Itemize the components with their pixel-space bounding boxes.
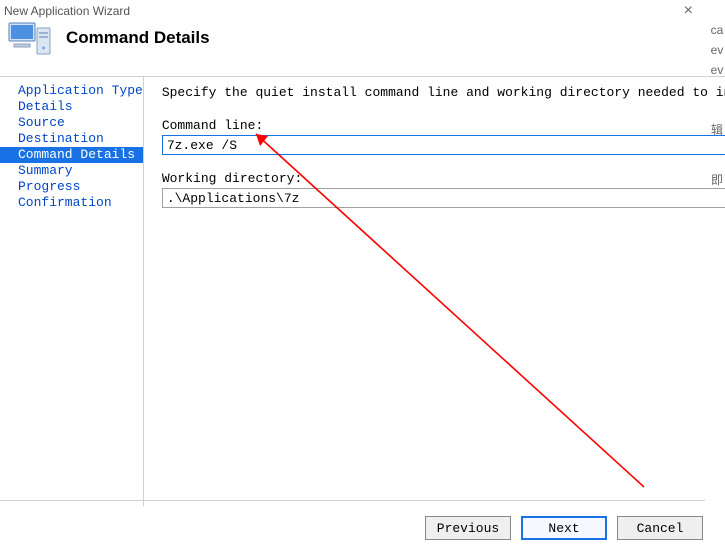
close-icon[interactable]: × xyxy=(676,0,701,22)
cancel-button[interactable]: Cancel xyxy=(617,516,703,540)
page-title: Command Details xyxy=(66,28,210,48)
sidebar: Application Type Details Source Destinat… xyxy=(0,76,143,506)
command-line-label: Command line: xyxy=(162,118,725,133)
sidebar-item-confirmation[interactable]: Confirmation xyxy=(0,195,143,211)
instruction-text: Specify the quiet install command line a… xyxy=(162,85,725,100)
sidebar-item-summary[interactable]: Summary xyxy=(0,163,143,179)
command-line-group: Command line: xyxy=(162,118,725,155)
body: Application Type Details Source Destinat… xyxy=(0,76,705,506)
sidebar-item-details[interactable]: Details xyxy=(0,99,143,115)
divider xyxy=(0,500,705,501)
main-panel: Specify the quiet install command line a… xyxy=(143,76,725,506)
working-dir-group: Working directory: xyxy=(162,171,725,208)
computer-icon xyxy=(8,18,52,58)
wizard-window: New Application Wizard × Command Details… xyxy=(0,0,725,550)
sidebar-item-command-details[interactable]: Command Details xyxy=(0,147,143,163)
header: Command Details xyxy=(8,10,210,66)
sidebar-item-progress[interactable]: Progress xyxy=(0,179,143,195)
sidebar-item-destination[interactable]: Destination xyxy=(0,131,143,147)
previous-button[interactable]: Previous xyxy=(425,516,511,540)
working-dir-input[interactable] xyxy=(162,188,725,208)
sidebar-item-source[interactable]: Source xyxy=(0,115,143,131)
working-dir-label: Working directory: xyxy=(162,171,725,186)
command-line-input[interactable] xyxy=(162,135,725,155)
sidebar-item-application-type[interactable]: Application Type xyxy=(0,83,143,99)
button-row: Previous Next Cancel xyxy=(425,516,703,540)
next-button[interactable]: Next xyxy=(521,516,607,540)
